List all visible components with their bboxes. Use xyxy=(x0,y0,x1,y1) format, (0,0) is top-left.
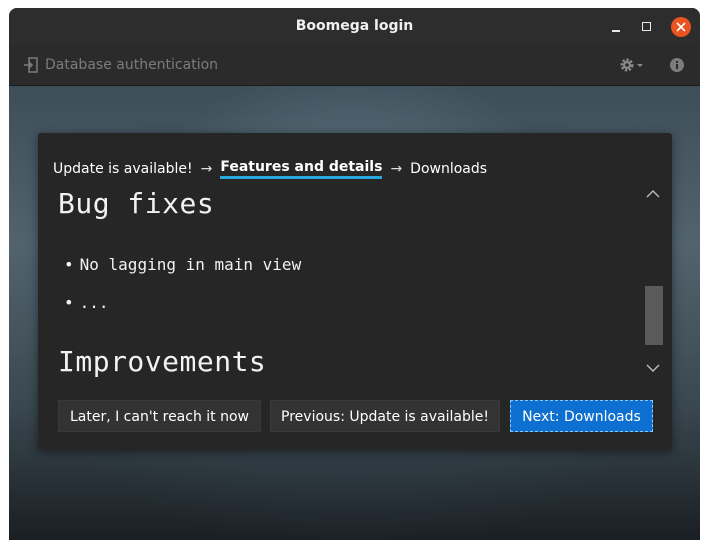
vertical-scrollbar[interactable] xyxy=(642,183,664,379)
info-button[interactable] xyxy=(669,57,685,77)
scrollbar-thumb[interactable] xyxy=(645,286,663,345)
list-item-text: No lagging in main view xyxy=(79,255,302,274)
list-item-text: ... xyxy=(79,293,109,312)
maximize-button[interactable] xyxy=(637,17,657,37)
info-icon xyxy=(670,58,684,72)
step-arrow: → xyxy=(390,161,403,177)
login-icon xyxy=(24,57,38,73)
bullet: • xyxy=(64,255,74,274)
title-bar: Boomega login xyxy=(9,8,700,46)
chevron-down-icon[interactable] xyxy=(646,363,660,373)
app-window: Boomega login Database authentication Up… xyxy=(9,8,700,540)
later-button[interactable]: Later, I can't reach it now xyxy=(58,400,261,432)
step-update-available[interactable]: Update is available! xyxy=(53,161,193,177)
bullet: • xyxy=(64,293,74,312)
settings-button[interactable] xyxy=(619,57,645,77)
step-downloads[interactable]: Downloads xyxy=(410,161,487,177)
previous-button[interactable]: Previous: Update is available! xyxy=(270,400,500,432)
next-button[interactable]: Next: Downloads xyxy=(510,400,653,432)
close-button[interactable] xyxy=(671,17,691,37)
heading-bug-fixes: Bug fixes xyxy=(58,187,215,220)
minimize-button[interactable] xyxy=(606,17,626,37)
list-item: •... xyxy=(64,293,109,312)
window-title: Boomega login xyxy=(295,18,414,34)
toolbar-title: Database authentication xyxy=(45,57,219,73)
heading-improvements: Improvements xyxy=(58,345,267,378)
step-features-and-details[interactable]: Features and details xyxy=(220,159,383,179)
step-arrow: → xyxy=(200,161,213,177)
gear-icon xyxy=(620,58,643,72)
release-notes: Bug fixes • No lagging in main view •... … xyxy=(58,185,638,383)
list-item: • No lagging in main view xyxy=(64,255,301,274)
update-dialog: Update is available! → Features and deta… xyxy=(38,133,672,450)
toolbar: Database authentication xyxy=(9,46,700,86)
close-icon xyxy=(676,22,686,32)
chevron-up-icon[interactable] xyxy=(646,189,660,199)
wizard-breadcrumb: Update is available! → Features and deta… xyxy=(53,157,487,181)
